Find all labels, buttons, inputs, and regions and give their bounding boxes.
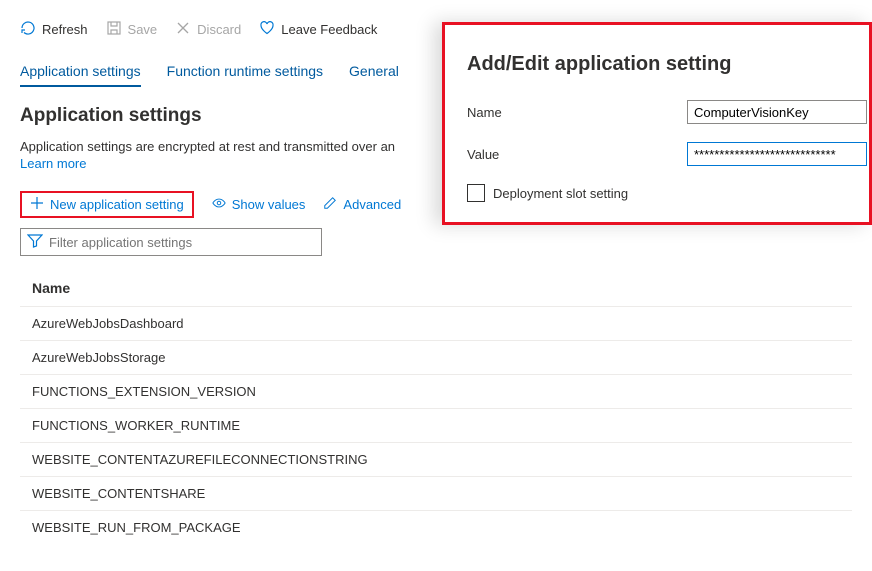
show-values-button[interactable]: Show values [212, 196, 306, 213]
table-row[interactable]: WEBSITE_CONTENTSHARE [20, 476, 852, 510]
table-row[interactable]: WEBSITE_RUN_FROM_PACKAGE [20, 510, 852, 544]
refresh-label: Refresh [42, 22, 88, 37]
feedback-label: Leave Feedback [281, 22, 377, 37]
save-label: Save [128, 22, 158, 37]
filter-icon [27, 233, 43, 252]
eye-icon [212, 196, 226, 213]
table-row[interactable]: FUNCTIONS_WORKER_RUNTIME [20, 408, 852, 442]
settings-table: AzureWebJobsDashboardAzureWebJobsStorage… [20, 306, 852, 544]
show-values-label: Show values [232, 197, 306, 212]
refresh-icon [20, 20, 36, 39]
plus-icon [30, 196, 44, 213]
slot-label: Deployment slot setting [493, 186, 628, 201]
filter-box[interactable] [20, 228, 322, 256]
discard-button: Discard [175, 20, 241, 39]
name-input[interactable] [687, 100, 867, 124]
table-row[interactable]: AzureWebJobsDashboard [20, 306, 852, 340]
discard-icon [175, 20, 191, 39]
advanced-button[interactable]: Advanced [323, 196, 401, 213]
feedback-button[interactable]: Leave Feedback [259, 20, 377, 39]
advanced-label: Advanced [343, 197, 401, 212]
new-setting-label: New application setting [50, 197, 184, 212]
refresh-button[interactable]: Refresh [20, 20, 88, 39]
highlight-box: New application setting [20, 191, 194, 218]
table-row[interactable]: FUNCTIONS_EXTENSION_VERSION [20, 374, 852, 408]
save-button: Save [106, 20, 158, 39]
tab-general[interactable]: General [349, 63, 399, 87]
pencil-icon [323, 196, 337, 213]
discard-label: Discard [197, 22, 241, 37]
save-icon [106, 20, 122, 39]
table-row[interactable]: AzureWebJobsStorage [20, 340, 852, 374]
new-setting-button[interactable]: New application setting [30, 196, 184, 213]
heart-icon [259, 20, 275, 39]
filter-input[interactable] [49, 235, 315, 250]
slot-checkbox[interactable] [467, 184, 485, 202]
add-edit-panel: Add/Edit application setting Name Value … [442, 22, 872, 225]
value-label: Value [467, 147, 687, 162]
tab-application-settings[interactable]: Application settings [20, 63, 141, 87]
name-label: Name [467, 105, 687, 120]
tab-function-runtime[interactable]: Function runtime settings [167, 63, 323, 87]
table-header-name: Name [20, 270, 852, 306]
value-input[interactable] [687, 142, 867, 166]
panel-title: Add/Edit application setting [467, 53, 869, 76]
table-row[interactable]: WEBSITE_CONTENTAZUREFILECONNECTIONSTRING [20, 442, 852, 476]
